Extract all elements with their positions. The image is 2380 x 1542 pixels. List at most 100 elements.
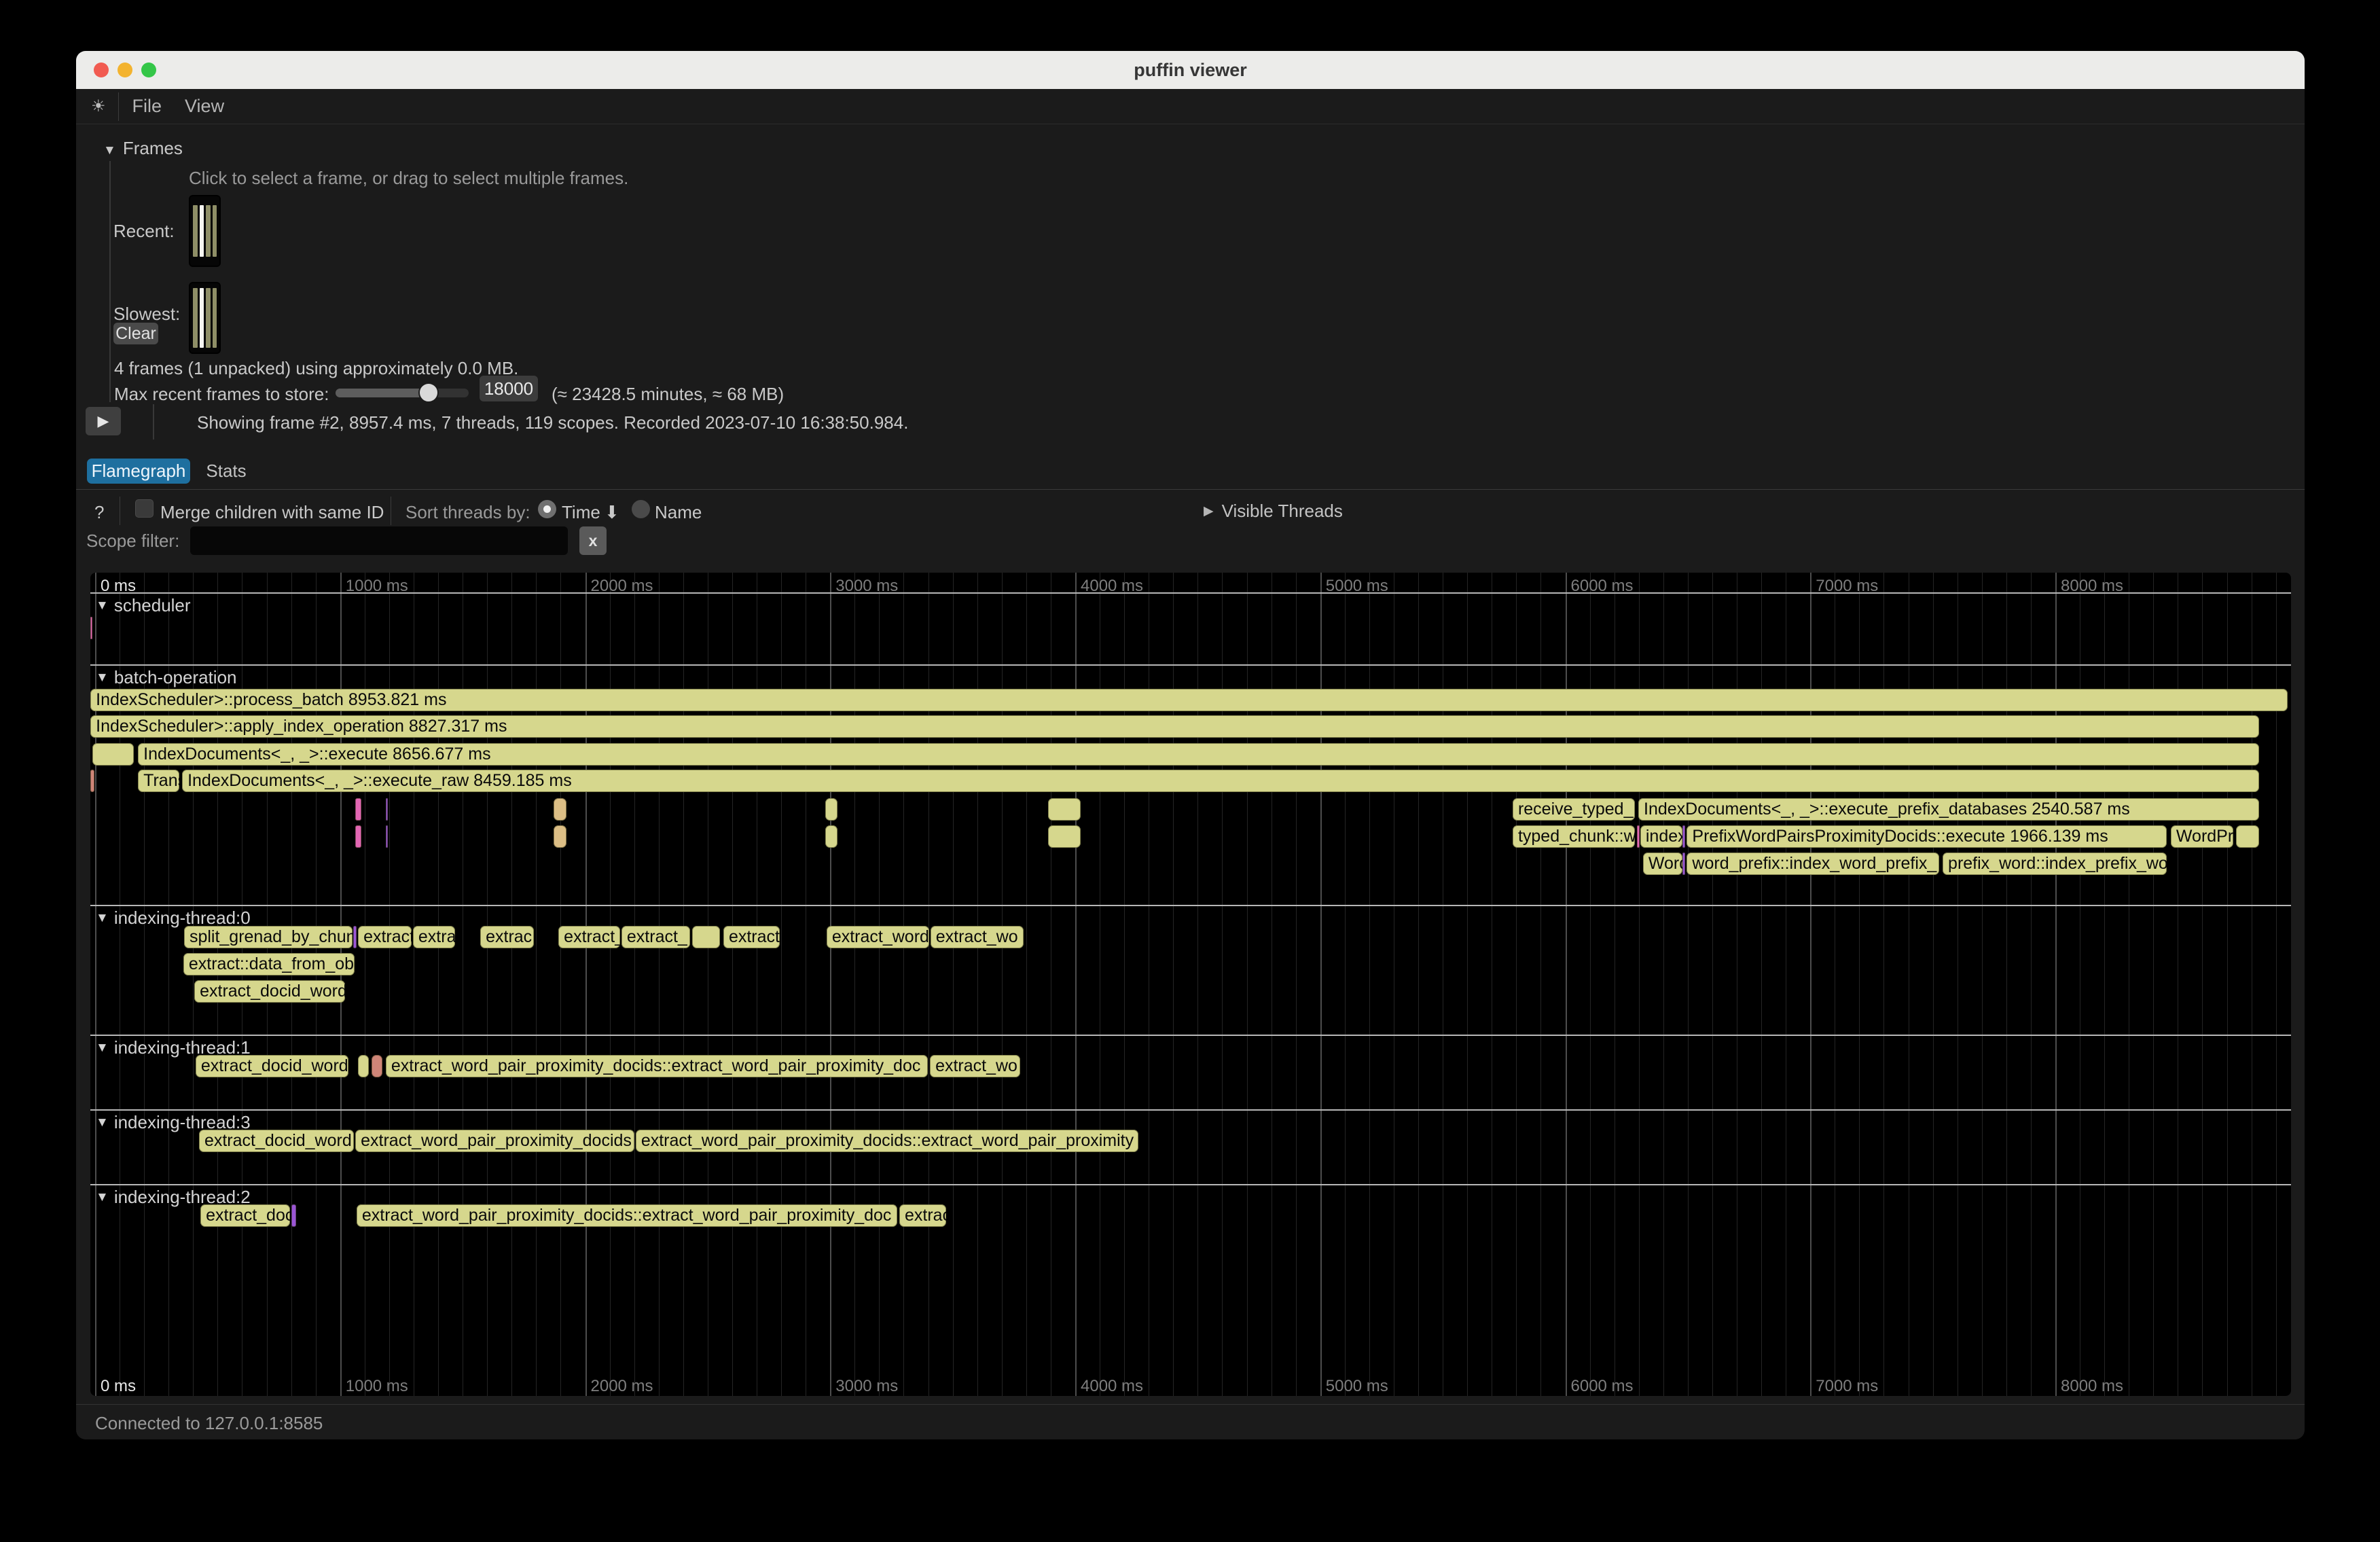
scope-bar[interactable]: word_prefix::index_word_prefix_ bbox=[1687, 853, 1939, 875]
collapse-triangle-icon: ▼ bbox=[103, 143, 116, 158]
visible-threads-header[interactable]: ▶ Visible Threads bbox=[1204, 501, 1343, 522]
scope-bar[interactable] bbox=[92, 743, 134, 766]
scope-bar[interactable]: IndexScheduler>::apply_index_operation 8… bbox=[90, 715, 2259, 738]
time-tick-label: 0 ms bbox=[101, 1377, 136, 1396]
scope-bar[interactable] bbox=[358, 1055, 369, 1077]
scope-bar[interactable]: extract_word_pair_proximity_docids::extr… bbox=[636, 1130, 1138, 1152]
scope-bar[interactable]: WordPr bbox=[2171, 825, 2233, 848]
scope-bar[interactable] bbox=[825, 825, 837, 848]
frame-mini-bar bbox=[200, 288, 204, 348]
theme-toggle-icon[interactable]: ☀ bbox=[91, 96, 106, 116]
scope-bar[interactable]: IndexDocuments<_, _>::execute_prefix_dat… bbox=[1638, 798, 2259, 821]
scope-bar[interactable]: extract bbox=[723, 926, 780, 948]
scope-bar[interactable] bbox=[291, 1204, 296, 1227]
frame-info: Showing frame #2, 8957.4 ms, 7 threads, … bbox=[197, 412, 908, 433]
scope-bar[interactable]: prefix_word::index_prefix_wo bbox=[1943, 853, 2167, 875]
thread-section-header[interactable]: ▼batch-operation bbox=[96, 667, 237, 688]
scope-bar[interactable]: extra bbox=[413, 926, 455, 948]
scope-bar[interactable]: extract_wo bbox=[931, 926, 1024, 948]
sort-name-label[interactable]: Name bbox=[655, 502, 702, 523]
max-frames-value[interactable]: 18000 bbox=[480, 376, 538, 401]
scope-bar[interactable]: extract_wo bbox=[930, 1055, 1020, 1077]
sort-threads-label: Sort threads by: bbox=[405, 502, 530, 523]
scope-bar[interactable] bbox=[692, 926, 720, 948]
scope-bar[interactable] bbox=[1048, 825, 1081, 848]
scope-bar[interactable]: receive_typed_ bbox=[1513, 798, 1635, 821]
scope-bar[interactable] bbox=[2236, 825, 2259, 848]
scope-bar[interactable]: extrac bbox=[480, 926, 534, 948]
sort-time-label[interactable]: Time bbox=[562, 502, 600, 523]
scope-bar[interactable]: extract::data_from_ob bbox=[183, 953, 355, 975]
scope-bar[interactable]: extract bbox=[358, 926, 412, 948]
scope-bar[interactable]: extract_ bbox=[558, 926, 620, 948]
menu-bar: ☀ File View bbox=[76, 89, 2305, 124]
minimize-button[interactable] bbox=[118, 62, 132, 77]
clear-button[interactable]: Clear bbox=[113, 323, 158, 344]
play-button[interactable]: ▶ bbox=[86, 407, 121, 435]
scope-bar[interactable] bbox=[1682, 853, 1685, 875]
scope-bar[interactable]: extrac bbox=[899, 1204, 946, 1227]
max-frames-label: Max recent frames to store: bbox=[114, 384, 329, 405]
indent-line bbox=[109, 161, 111, 402]
scope-bar[interactable]: typed_chunk::w bbox=[1513, 825, 1635, 848]
scope-bar[interactable]: extract_docid_word bbox=[196, 1055, 348, 1077]
scope-bar[interactable] bbox=[1682, 825, 1685, 848]
section-separator bbox=[90, 1109, 2291, 1111]
close-button[interactable] bbox=[94, 62, 109, 77]
collapse-triangle-icon: ▼ bbox=[96, 1190, 109, 1204]
scope-bar[interactable] bbox=[1048, 798, 1081, 821]
scope-bar[interactable] bbox=[355, 825, 361, 848]
scope-bar[interactable]: split_grenad_by_chun bbox=[184, 926, 353, 948]
scope-bar[interactable] bbox=[386, 798, 388, 821]
scope-bar[interactable]: IndexDocuments<_, _>::execute_raw 8459.1… bbox=[182, 770, 2259, 792]
scope-bar[interactable]: extract_doc bbox=[200, 1204, 290, 1227]
slowest-frames-thumbnail[interactable] bbox=[189, 282, 221, 354]
scope-bar[interactable]: PrefixWordPairsProximityDocids::execute … bbox=[1687, 825, 2167, 848]
recent-frames-thumbnail[interactable] bbox=[189, 195, 221, 267]
frames-hint: Click to select a frame, or drag to sele… bbox=[189, 168, 628, 189]
sort-direction-arrow-icon[interactable]: ⬇ bbox=[605, 502, 619, 523]
scope-bar[interactable]: index bbox=[1640, 825, 1682, 848]
help-button[interactable]: ? bbox=[94, 502, 104, 523]
scope-bar[interactable] bbox=[825, 798, 837, 821]
sort-name-radio[interactable] bbox=[632, 500, 650, 518]
time-tick-label: 1000 ms bbox=[346, 1377, 408, 1396]
time-tick-label: 7000 ms bbox=[1816, 1377, 1878, 1396]
scope-bar[interactable] bbox=[90, 617, 92, 639]
clear-filter-button[interactable]: x bbox=[579, 526, 607, 555]
scope-filter-input[interactable] bbox=[190, 526, 568, 555]
scope-bar[interactable] bbox=[372, 1055, 382, 1077]
scope-bar[interactable]: IndexDocuments<_, _>::execute 8656.677 m… bbox=[138, 743, 2259, 766]
scope-bar[interactable]: extract_ bbox=[621, 926, 690, 948]
zoom-button[interactable] bbox=[141, 62, 156, 77]
scope-bar[interactable] bbox=[355, 798, 361, 821]
merge-children-label[interactable]: Merge children with same ID bbox=[160, 502, 384, 523]
scope-bar[interactable]: IndexScheduler>::process_batch 8953.821 … bbox=[90, 689, 2288, 711]
scope-bar[interactable]: extract_word bbox=[827, 926, 929, 948]
menu-view[interactable]: View bbox=[185, 96, 224, 117]
thread-section-header[interactable]: ▼scheduler bbox=[96, 595, 191, 616]
sort-time-radio[interactable] bbox=[538, 500, 556, 518]
scope-bar[interactable]: extract_word_pair_proximity_docids::extr… bbox=[357, 1204, 897, 1227]
scope-bar[interactable] bbox=[90, 770, 94, 792]
tab-stats[interactable]: Stats bbox=[202, 459, 250, 484]
scope-bar[interactable] bbox=[1637, 825, 1640, 848]
scope-bar[interactable]: Word bbox=[1643, 853, 1682, 875]
merge-children-checkbox[interactable] bbox=[135, 499, 154, 518]
max-frames-slider[interactable] bbox=[336, 389, 469, 397]
scope-bar[interactable] bbox=[386, 825, 388, 848]
scope-bar[interactable] bbox=[554, 825, 566, 848]
scope-bar[interactable]: extract_word_pair_proximity_docids bbox=[355, 1130, 634, 1152]
scope-bar[interactable]: extract_docid_word bbox=[199, 1130, 354, 1152]
scope-bar[interactable] bbox=[353, 926, 357, 948]
scope-bar[interactable] bbox=[554, 798, 566, 821]
frames-section-header[interactable]: ▼Frames bbox=[103, 138, 183, 159]
tab-flamegraph[interactable]: Flamegraph bbox=[87, 459, 190, 484]
scope-bar[interactable]: Trans bbox=[138, 770, 179, 792]
flamegraph-panel[interactable]: 0 ms0 ms1000 ms1000 ms2000 ms2000 ms3000… bbox=[90, 573, 2291, 1396]
scope-filter-label: Scope filter: bbox=[86, 531, 179, 552]
scope-bar[interactable]: extract_docid_word bbox=[194, 980, 345, 1003]
menu-file[interactable]: File bbox=[132, 96, 162, 117]
scope-bar[interactable]: extract_word_pair_proximity_docids::extr… bbox=[386, 1055, 928, 1077]
slider-knob[interactable] bbox=[418, 382, 439, 403]
